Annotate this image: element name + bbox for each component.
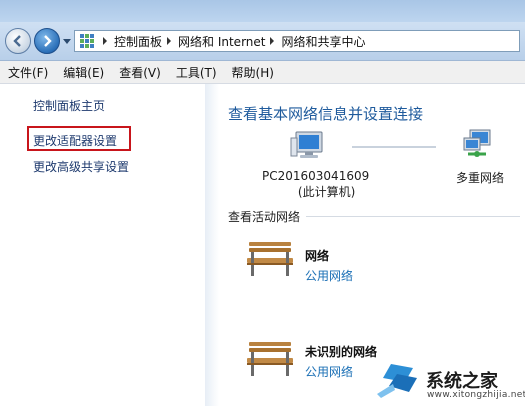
computer-sub: (此计算机) xyxy=(297,185,356,199)
breadcrumb-separator[interactable] xyxy=(103,37,107,45)
breadcrumb-control-panel[interactable]: 控制面板 xyxy=(114,33,162,50)
computer-name-label: PC201603041609 (此计算机) xyxy=(262,169,369,200)
back-button[interactable] xyxy=(5,28,31,54)
sidebar-item-control-panel-home[interactable]: 控制面板主页 xyxy=(33,97,105,114)
active-networks-label: 查看活动网络 xyxy=(228,210,301,224)
multi-network-icon[interactable] xyxy=(462,128,492,160)
computer-icon[interactable] xyxy=(290,130,326,162)
menu-edit[interactable]: 编辑(E) xyxy=(55,64,111,81)
control-panel-icon xyxy=(80,34,94,48)
multi-network-label[interactable]: 多重网络 xyxy=(456,169,504,186)
network-type-link-1[interactable]: 公用网络 xyxy=(305,267,353,284)
forward-button[interactable] xyxy=(34,28,60,54)
bench-icon[interactable] xyxy=(245,340,295,380)
network-name-1: 网络 xyxy=(305,249,330,263)
navigation-bar: 控制面板 网络和 Internet 网络和共享中心 xyxy=(0,22,525,61)
forward-arrow-icon xyxy=(44,35,52,47)
recent-pages-dropdown[interactable] xyxy=(63,39,71,44)
watermark-url: www.xitongzhijia.net xyxy=(427,390,525,400)
breadcrumb-separator[interactable] xyxy=(167,37,172,45)
sidebar-item-change-advanced-sharing[interactable]: 更改高级共享设置 xyxy=(33,158,129,175)
breadcrumb-network-internet[interactable]: 网络和 Internet xyxy=(178,33,265,50)
computer-name: PC201603041609 xyxy=(262,169,370,183)
menu-tools[interactable]: 工具(T) xyxy=(168,64,224,81)
breadcrumb-separator[interactable] xyxy=(270,37,275,45)
menu-bar: 文件(F) 编辑(E) 查看(V) 工具(T) 帮助(H) xyxy=(0,61,525,84)
breadcrumb-network-sharing-center[interactable]: 网络和共享中心 xyxy=(281,33,365,50)
highlight-box xyxy=(27,126,131,151)
address-bar[interactable]: 控制面板 网络和 Internet 网络和共享中心 xyxy=(74,30,520,52)
page-title: 查看基本网络信息并设置连接 xyxy=(228,105,424,123)
menu-file[interactable]: 文件(F) xyxy=(0,64,55,81)
back-arrow-icon xyxy=(13,35,21,47)
bench-icon[interactable] xyxy=(245,240,295,280)
window-title-bar xyxy=(0,0,525,22)
network-connection-line xyxy=(352,146,436,148)
section-divider xyxy=(306,216,520,217)
menu-view[interactable]: 查看(V) xyxy=(111,64,168,81)
menu-help[interactable]: 帮助(H) xyxy=(224,64,281,81)
